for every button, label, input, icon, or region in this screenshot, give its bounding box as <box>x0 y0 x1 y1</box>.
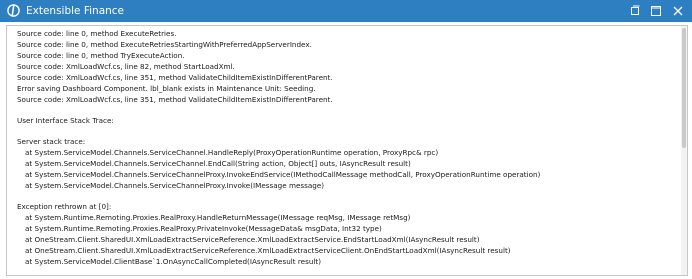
log-section-heading: User Interface Stack Trace: <box>17 116 114 125</box>
app-logo-icon <box>7 4 20 17</box>
stack-frame: at System.ServiceModel.ClientBase`1.OnAs… <box>25 257 322 266</box>
stack-frame: at OneStream.Client.SharedUI.XmlLoadExtr… <box>25 235 480 244</box>
window-title: Extensible Finance <box>26 5 125 17</box>
log-line: Source code: XmlLoadWcf.cs, line 351, me… <box>17 95 333 104</box>
extensible-finance-window: Extensible Finance Source code: line 0, … <box>0 0 692 279</box>
stack-frame: at OneStream.Client.SharedUI.XmlLoadExtr… <box>25 246 511 255</box>
stack-frame: at System.ServiceModel.Channels.ServiceC… <box>25 181 325 190</box>
log-line: Source code: line 0, method ExecuteRetri… <box>17 40 312 49</box>
stack-frame: at System.ServiceModel.Channels.ServiceC… <box>25 148 439 157</box>
stack-frame: at System.ServiceModel.Channels.ServiceC… <box>25 170 541 179</box>
log-line: Source code: XmlLoadWcf.cs, line 82, met… <box>17 62 235 71</box>
log-section-heading: Server stack trace: <box>17 137 86 146</box>
scrollbar-thumb[interactable] <box>682 28 686 148</box>
log-line: Error saving Dashboard Component. lbl_bl… <box>17 84 316 93</box>
log-line: Source code: line 0, method ExecuteRetri… <box>17 29 177 38</box>
log-line: Source code: line 0, method TryExecuteAc… <box>17 51 185 60</box>
log-line: Source code: XmlLoadWcf.cs, line 351, me… <box>17 73 333 82</box>
maximize-icon[interactable] <box>648 3 664 19</box>
stack-frame: at System.Runtime.Remoting.Proxies.RealP… <box>25 224 382 233</box>
restore-icon[interactable] <box>627 3 643 19</box>
vertical-scrollbar[interactable] <box>681 26 687 275</box>
stack-frame: at System.ServiceModel.Channels.ServiceC… <box>25 159 411 168</box>
title-bar[interactable]: Extensible Finance <box>0 0 692 22</box>
stack-frame: at System.Runtime.Remoting.Proxies.RealP… <box>25 213 411 222</box>
log-section-heading: Exception rethrown at [0]: <box>17 202 112 211</box>
error-details-textbox[interactable]: Source code: line 0, method ExecuteRetri… <box>6 25 688 276</box>
close-icon[interactable] <box>670 3 686 19</box>
